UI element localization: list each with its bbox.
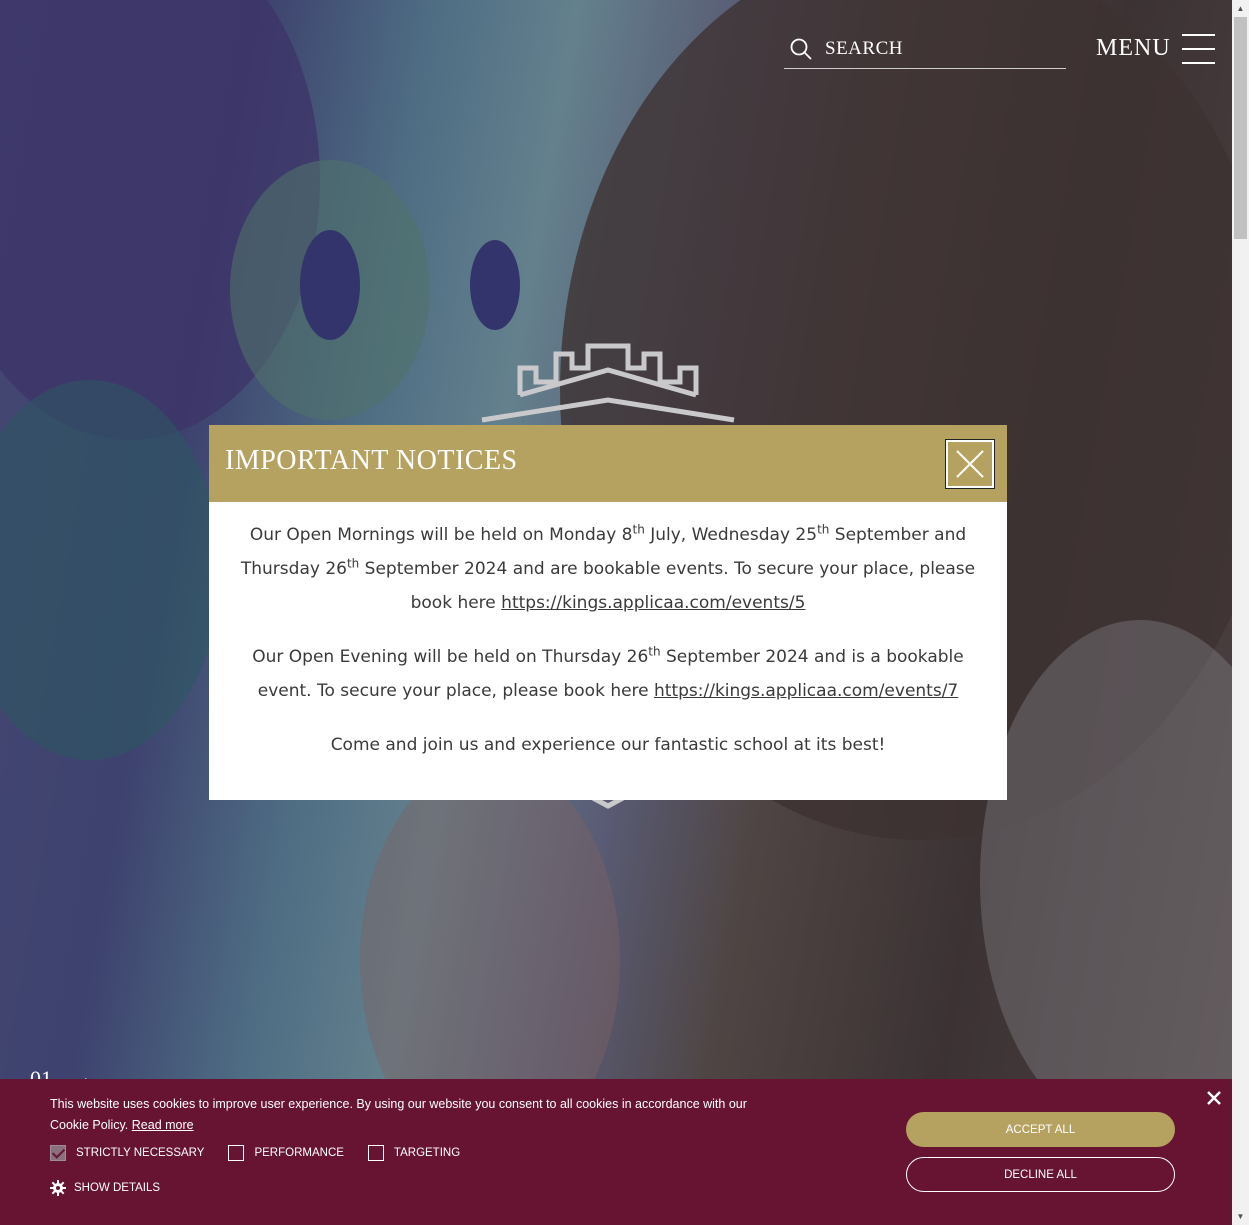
search-icon[interactable] xyxy=(789,37,813,61)
scroll-up-icon[interactable]: ▲ xyxy=(1232,0,1249,17)
strictly-necessary-checkbox[interactable] xyxy=(50,1145,66,1161)
cookie-message: This website uses cookies to improve use… xyxy=(50,1097,747,1132)
scrollbar-thumb[interactable] xyxy=(1234,17,1247,239)
option-performance[interactable]: PERFORMANCE xyxy=(228,1145,344,1161)
notice-invitation: Come and join us and experience our fant… xyxy=(330,735,886,755)
option-targeting[interactable]: TARGETING xyxy=(367,1145,460,1161)
show-details-button[interactable]: SHOW DETAILS xyxy=(50,1180,160,1196)
performance-checkbox[interactable] xyxy=(228,1145,245,1161)
gear-icon xyxy=(50,1180,66,1196)
modal-body: Our Open Mornings will be held on Monday… xyxy=(209,502,1007,762)
decline-all-button[interactable]: DECLINE ALL xyxy=(906,1157,1175,1192)
open-mornings-link[interactable]: https://kings.applicaa.com/events/5 xyxy=(501,593,805,613)
notice-open-mornings: Our Open Mornings will be held on Monday… xyxy=(240,522,976,613)
search-placeholder[interactable]: SEARCH xyxy=(825,38,903,60)
menu-label[interactable]: MENU xyxy=(1096,35,1171,62)
scroll-down-icon[interactable]: ▼ xyxy=(1232,1208,1249,1225)
notice-open-evening: Our Open Evening will be held on Thursda… xyxy=(252,644,964,701)
cookie-options: STRICTLY NECESSARY PERFORMANCE TARGETING xyxy=(50,1145,484,1161)
modal-header: IMPORTANT NOTICES xyxy=(209,425,1007,502)
read-more-link[interactable]: Read more xyxy=(132,1118,194,1132)
option-strictly-necessary[interactable]: STRICTLY NECESSARY xyxy=(50,1145,204,1161)
close-icon[interactable] xyxy=(948,442,992,486)
targeting-checkbox[interactable] xyxy=(367,1145,384,1161)
accept-all-button[interactable]: ACCEPT ALL xyxy=(906,1112,1175,1147)
modal-title: IMPORTANT NOTICES xyxy=(225,445,518,476)
important-notices-modal: IMPORTANT NOTICES Our Open Mornings will… xyxy=(209,425,1007,800)
hamburger-menu-icon[interactable] xyxy=(1182,34,1216,66)
open-evening-link[interactable]: https://kings.applicaa.com/events/7 xyxy=(654,681,958,701)
search-input[interactable]: SEARCH xyxy=(784,30,1066,69)
cookie-banner: This website uses cookies to improve use… xyxy=(0,1079,1232,1225)
modal-close-button[interactable] xyxy=(945,439,995,489)
scrollbar[interactable]: ▲ ▼ xyxy=(1232,0,1249,1225)
close-icon[interactable] xyxy=(1205,1089,1223,1107)
